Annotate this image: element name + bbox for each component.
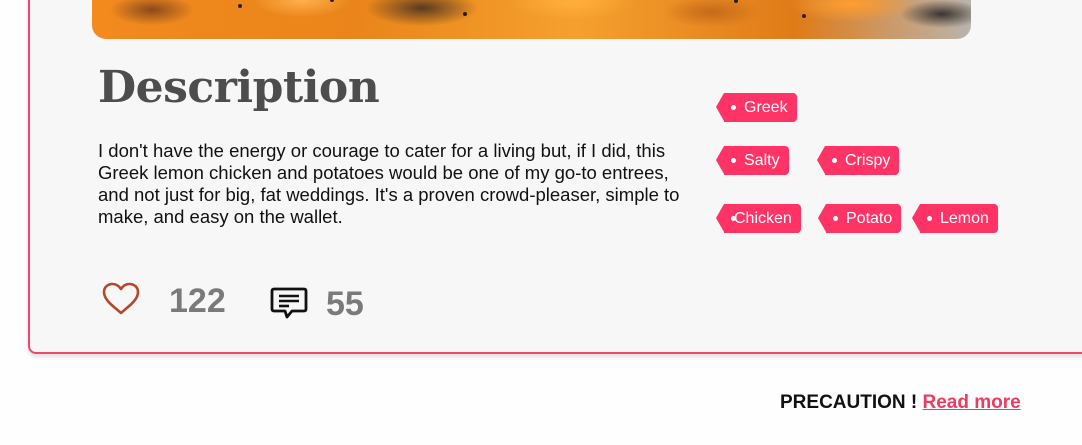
tag-salty[interactable]: Salty — [716, 146, 789, 175]
section-title: Description — [98, 62, 380, 113]
precaution-notice: PRECAUTION ! Read more — [780, 392, 1021, 414]
likes-count: 122 — [169, 282, 226, 320]
comment-icon[interactable] — [270, 286, 308, 320]
recipe-description: I don't have the energy or courage to ca… — [98, 140, 680, 227]
heart-outline-icon[interactable] — [102, 282, 140, 316]
tag-lemon[interactable]: Lemon — [912, 204, 998, 233]
tag-greek[interactable]: Greek — [716, 93, 797, 122]
tag-potato[interactable]: Potato — [817, 204, 902, 233]
tag-crispy[interactable]: Crispy — [816, 146, 900, 175]
recipe-photo — [92, 0, 971, 39]
tag-chicken[interactable]: Chicken — [716, 204, 801, 233]
comments-count: 55 — [326, 285, 364, 323]
precaution-label: PRECAUTION ! — [780, 392, 918, 413]
read-more-link[interactable]: Read more — [923, 392, 1021, 413]
